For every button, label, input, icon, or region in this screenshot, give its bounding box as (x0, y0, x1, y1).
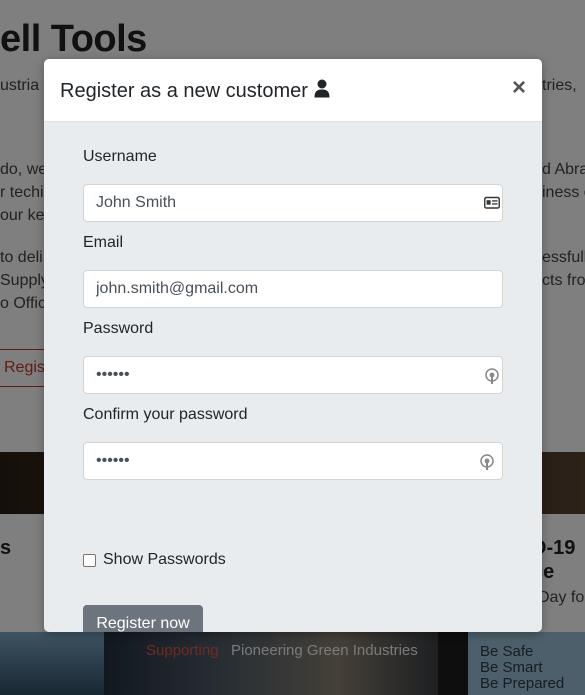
password-key-icon[interactable] (479, 453, 495, 476)
modal-title: Register as a new customer (60, 79, 330, 104)
email-label: Email (83, 234, 124, 251)
show-passwords-row: Show Passwords (83, 551, 226, 569)
modal-header: Register as a new customer × (44, 59, 542, 122)
password-group: Password (83, 320, 503, 394)
username-input[interactable] (84, 185, 502, 221)
username-field-wrap (83, 184, 503, 222)
password-label: Password (83, 320, 154, 337)
password-input[interactable] (84, 357, 502, 393)
register-now-button[interactable]: Register now (83, 605, 203, 632)
modal-title-text: Register as a new customer (60, 80, 308, 102)
confirm-password-input[interactable] (84, 443, 502, 479)
password-key-icon[interactable] (484, 367, 500, 390)
confirm-password-field-wrap (83, 442, 503, 480)
close-button[interactable]: × (512, 76, 526, 100)
user-icon (314, 79, 330, 104)
confirm-password-label: Confirm your password (83, 406, 248, 423)
id-card-icon (484, 196, 500, 215)
confirm-password-group: Confirm your password (83, 406, 503, 480)
email-input[interactable] (84, 271, 502, 307)
email-field-wrap (83, 270, 503, 308)
email-group: Email (83, 234, 503, 308)
show-passwords-checkbox[interactable] (83, 553, 96, 567)
show-passwords-label[interactable]: Show Passwords (103, 551, 226, 569)
username-label: Username (83, 148, 157, 165)
password-field-wrap (83, 356, 503, 394)
username-group: Username (83, 148, 503, 222)
register-modal: Register as a new customer × Username Jo… (44, 59, 542, 632)
